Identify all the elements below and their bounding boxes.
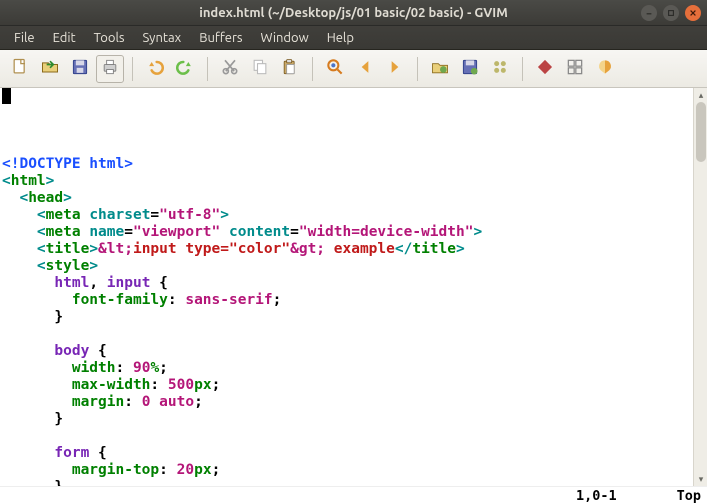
code-line: <html>	[2, 173, 693, 190]
find-replace-button[interactable]	[321, 55, 349, 83]
tags-button[interactable]	[561, 55, 589, 83]
scrollbar-thumb[interactable]	[696, 102, 706, 162]
cursor-position: 1,0-1	[576, 488, 617, 504]
code-line: margin-top: 20px;	[2, 462, 693, 479]
print-button[interactable]	[96, 55, 124, 83]
menu-edit[interactable]: Edit	[45, 28, 84, 48]
code-line: html, input {	[2, 275, 693, 292]
paste-button[interactable]	[276, 55, 304, 83]
copy-button[interactable]	[246, 55, 274, 83]
code-line: <title>&lt;input type="color"&gt; exampl…	[2, 241, 693, 258]
undo-icon	[145, 57, 165, 80]
code-line	[2, 326, 693, 343]
code-line: }	[2, 309, 693, 326]
redo-icon	[175, 57, 195, 80]
code-line	[2, 428, 693, 445]
paste-icon	[280, 57, 300, 80]
menu-buffers[interactable]: Buffers	[191, 28, 250, 48]
run-script-icon	[490, 57, 510, 80]
copy-icon	[250, 57, 270, 80]
toolbar-separator	[207, 57, 208, 81]
load-session-icon	[430, 57, 450, 80]
code-line: }	[2, 411, 693, 428]
find-next-icon	[385, 57, 405, 80]
toolbar-separator	[312, 57, 313, 81]
find-prev-button[interactable]	[351, 55, 379, 83]
toolbar	[0, 50, 707, 88]
toolbar-separator	[417, 57, 418, 81]
menu-syntax[interactable]: Syntax	[135, 28, 190, 48]
maximize-button[interactable]	[663, 5, 679, 21]
code-line: font-family: sans-serif;	[2, 292, 693, 309]
statusbar: 1,0-1 Top	[0, 486, 707, 504]
close-button[interactable]	[685, 5, 701, 21]
code-line: <style>	[2, 258, 693, 275]
tags-icon	[565, 57, 585, 80]
help-icon	[595, 57, 615, 80]
cut-button[interactable]	[216, 55, 244, 83]
code-line: <meta name="viewport" content="width=dev…	[2, 224, 693, 241]
new-file-icon	[10, 57, 30, 80]
minimize-button[interactable]	[641, 5, 657, 21]
code-editor[interactable]: <!DOCTYPE html><html> <head> <meta chars…	[0, 88, 693, 486]
code-line: <!DOCTYPE html>	[2, 156, 693, 173]
run-script-button[interactable]	[486, 55, 514, 83]
menu-window[interactable]: Window	[253, 28, 317, 48]
find-next-button[interactable]	[381, 55, 409, 83]
menu-file[interactable]: File	[6, 28, 43, 48]
menubar: FileEditToolsSyntaxBuffersWindowHelp	[0, 26, 707, 50]
make-icon	[535, 57, 555, 80]
toolbar-separator	[132, 57, 133, 81]
open-file-icon	[40, 57, 60, 80]
menu-help[interactable]: Help	[319, 28, 362, 48]
save-file-icon	[70, 57, 90, 80]
help-button[interactable]	[591, 55, 619, 83]
cut-icon	[220, 57, 240, 80]
save-session-icon	[460, 57, 480, 80]
text-cursor	[2, 88, 11, 104]
code-line: <head>	[2, 190, 693, 207]
make-button[interactable]	[531, 55, 559, 83]
load-session-button[interactable]	[426, 55, 454, 83]
vertical-scrollbar[interactable]: ▴ ▾	[693, 88, 707, 486]
code-line: <meta charset="utf-8">	[2, 207, 693, 224]
scroll-position: Top	[677, 488, 701, 504]
window-title: index.html (~/Desktop/js/01 basic/02 bas…	[199, 6, 508, 20]
find-prev-icon	[355, 57, 375, 80]
code-line	[2, 139, 693, 156]
undo-button[interactable]	[141, 55, 169, 83]
find-replace-icon	[325, 57, 345, 80]
menu-tools[interactable]: Tools	[86, 28, 133, 48]
new-file-button[interactable]	[6, 55, 34, 83]
editor-area: <!DOCTYPE html><html> <head> <meta chars…	[0, 88, 707, 486]
toolbar-separator	[522, 57, 523, 81]
scroll-down-arrow[interactable]: ▾	[696, 473, 706, 485]
titlebar: index.html (~/Desktop/js/01 basic/02 bas…	[0, 0, 707, 26]
code-line: }	[2, 479, 693, 486]
save-session-button[interactable]	[456, 55, 484, 83]
code-line: form {	[2, 445, 693, 462]
code-line: margin: 0 auto;	[2, 394, 693, 411]
code-line: width: 90%;	[2, 360, 693, 377]
scroll-up-arrow[interactable]: ▴	[696, 89, 706, 101]
code-line: body {	[2, 343, 693, 360]
code-line: max-width: 500px;	[2, 377, 693, 394]
redo-button[interactable]	[171, 55, 199, 83]
print-icon	[100, 57, 120, 80]
save-file-button[interactable]	[66, 55, 94, 83]
window-controls	[641, 5, 701, 21]
open-file-button[interactable]	[36, 55, 64, 83]
